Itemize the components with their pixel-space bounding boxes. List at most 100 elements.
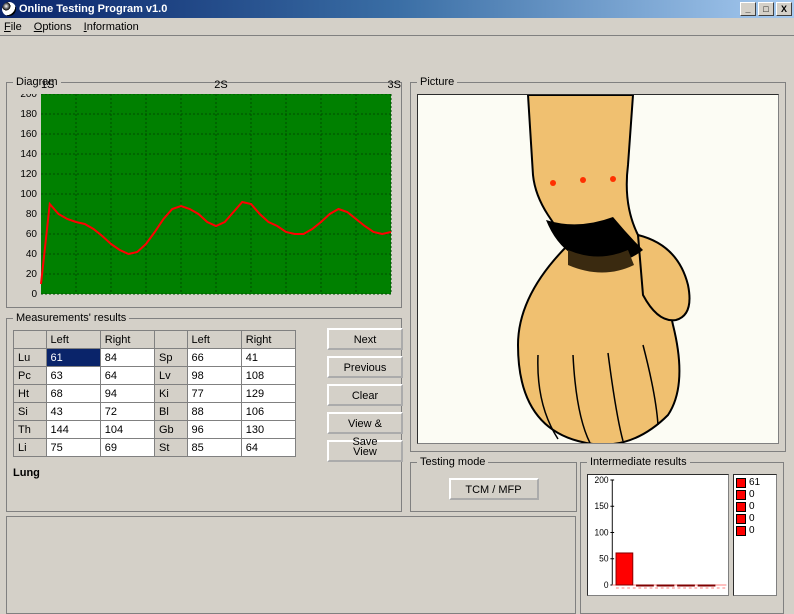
clear-button[interactable]: Clear: [327, 384, 403, 406]
table-row[interactable]: Ht6894: [14, 385, 155, 403]
bar-chart: 0 50 100 150 200: [587, 474, 729, 596]
svg-text:40: 40: [26, 249, 38, 260]
svg-text:200: 200: [595, 475, 609, 485]
menubar: File Options Information: [0, 18, 794, 36]
selected-organ-label: Lung: [13, 467, 395, 479]
table-row[interactable]: Bl88106: [155, 403, 296, 421]
menu-information[interactable]: Information: [84, 21, 139, 33]
table-cell[interactable]: 68: [46, 385, 100, 403]
svg-text:150: 150: [595, 501, 609, 511]
maximize-button[interactable]: □: [758, 2, 774, 16]
col-left: Left: [46, 331, 100, 349]
diagram-panel: Diagram 1S 2S 3S: [6, 76, 402, 308]
legend-swatch-icon: [736, 502, 746, 512]
table-cell[interactable]: 64: [100, 367, 154, 385]
previous-button[interactable]: Previous: [327, 356, 403, 378]
app-icon: [2, 2, 16, 16]
table-row[interactable]: Pc6364: [14, 367, 155, 385]
table-cell[interactable]: 144: [46, 421, 100, 439]
diagram-marker-2s: 2S: [214, 79, 227, 91]
table-cell[interactable]: Li: [14, 439, 47, 457]
table-cell[interactable]: 129: [241, 385, 295, 403]
menu-options[interactable]: Options: [34, 21, 72, 33]
legend-swatch-icon: [736, 490, 746, 500]
legend-swatch-icon: [736, 478, 746, 488]
col-right2: Right: [241, 331, 295, 349]
svg-text:50: 50: [599, 553, 608, 563]
table-cell[interactable]: 69: [100, 439, 154, 457]
table-row[interactable]: St8564: [155, 439, 296, 457]
table-cell[interactable]: 85: [187, 439, 241, 457]
table-cell[interactable]: 72: [100, 403, 154, 421]
svg-text:80: 80: [26, 209, 38, 220]
table-cell[interactable]: 75: [46, 439, 100, 457]
table-cell[interactable]: Th: [14, 421, 47, 439]
window-title: Online Testing Program v1.0: [19, 3, 167, 15]
table-cell[interactable]: 106: [241, 403, 295, 421]
legend-item: 0: [736, 501, 774, 512]
tcm-mfp-button[interactable]: TCM / MFP: [449, 478, 539, 500]
testing-mode-panel: Testing mode TCM / MFP: [410, 456, 577, 512]
table-cell[interactable]: Pc: [14, 367, 47, 385]
table-cell[interactable]: 63: [46, 367, 100, 385]
table-cell[interactable]: 77: [187, 385, 241, 403]
close-button[interactable]: X: [776, 2, 792, 16]
table-cell[interactable]: Ki: [155, 385, 188, 403]
table-cell[interactable]: 43: [46, 403, 100, 421]
table-row[interactable]: Lu6184: [14, 349, 155, 367]
table-cell[interactable]: 41: [241, 349, 295, 367]
legend-item: 0: [736, 525, 774, 536]
table-cell[interactable]: 64: [241, 439, 295, 457]
table-row[interactable]: Gb96130: [155, 421, 296, 439]
col-blank2: [155, 331, 188, 349]
svg-text:0: 0: [604, 580, 609, 590]
titlebar: Online Testing Program v1.0 _ □ X: [0, 0, 794, 18]
table-cell[interactable]: Lv: [155, 367, 188, 385]
legend-value: 0: [749, 501, 755, 512]
diagram-marker-1s: 1S: [41, 79, 54, 91]
table-cell[interactable]: Bl: [155, 403, 188, 421]
table-cell[interactable]: Sp: [155, 349, 188, 367]
legend-value: 0: [749, 525, 755, 536]
table-cell[interactable]: 96: [187, 421, 241, 439]
table-cell[interactable]: 61: [46, 349, 100, 367]
view-button[interactable]: View: [327, 440, 403, 462]
table-cell[interactable]: St: [155, 439, 188, 457]
menu-file[interactable]: File: [4, 21, 22, 33]
svg-text:200: 200: [20, 94, 37, 100]
table-cell[interactable]: 104: [100, 421, 154, 439]
table-row[interactable]: Li7569: [14, 439, 155, 457]
svg-text:160: 160: [20, 129, 37, 140]
table-cell[interactable]: Gb: [155, 421, 188, 439]
table-row[interactable]: Ki77129: [155, 385, 296, 403]
table-cell[interactable]: Si: [14, 403, 47, 421]
legend-item: 0: [736, 513, 774, 524]
table-cell[interactable]: 66: [187, 349, 241, 367]
table-row[interactable]: Th144104: [14, 421, 155, 439]
svg-text:100: 100: [595, 527, 609, 537]
intermediate-results-panel: Intermediate results 050100150200 610000: [580, 456, 784, 614]
table-cell[interactable]: Ht: [14, 385, 47, 403]
bar-chart-legend: 610000: [733, 474, 777, 596]
bottom-panel: [6, 516, 576, 614]
svg-text:140: 140: [20, 149, 37, 160]
col-right: Right: [100, 331, 154, 349]
table-cell[interactable]: 88: [187, 403, 241, 421]
table-cell[interactable]: 108: [241, 367, 295, 385]
svg-text:100: 100: [20, 189, 37, 200]
next-button[interactable]: Next: [327, 328, 403, 350]
table-cell[interactable]: 98: [187, 367, 241, 385]
table-row[interactable]: Sp6641: [155, 349, 296, 367]
table-row[interactable]: Si4372: [14, 403, 155, 421]
table-row[interactable]: Lv98108: [155, 367, 296, 385]
results-legend: Measurements' results: [13, 312, 129, 324]
table-cell[interactable]: 84: [100, 349, 154, 367]
minimize-button[interactable]: _: [740, 2, 756, 16]
table-cell[interactable]: 130: [241, 421, 295, 439]
table-cell[interactable]: 94: [100, 385, 154, 403]
view-save-button[interactable]: View & Save: [327, 412, 403, 434]
legend-value: 0: [749, 489, 755, 500]
picture-legend: Picture: [417, 76, 457, 88]
table-cell[interactable]: Lu: [14, 349, 47, 367]
testing-mode-legend: Testing mode: [417, 456, 488, 468]
